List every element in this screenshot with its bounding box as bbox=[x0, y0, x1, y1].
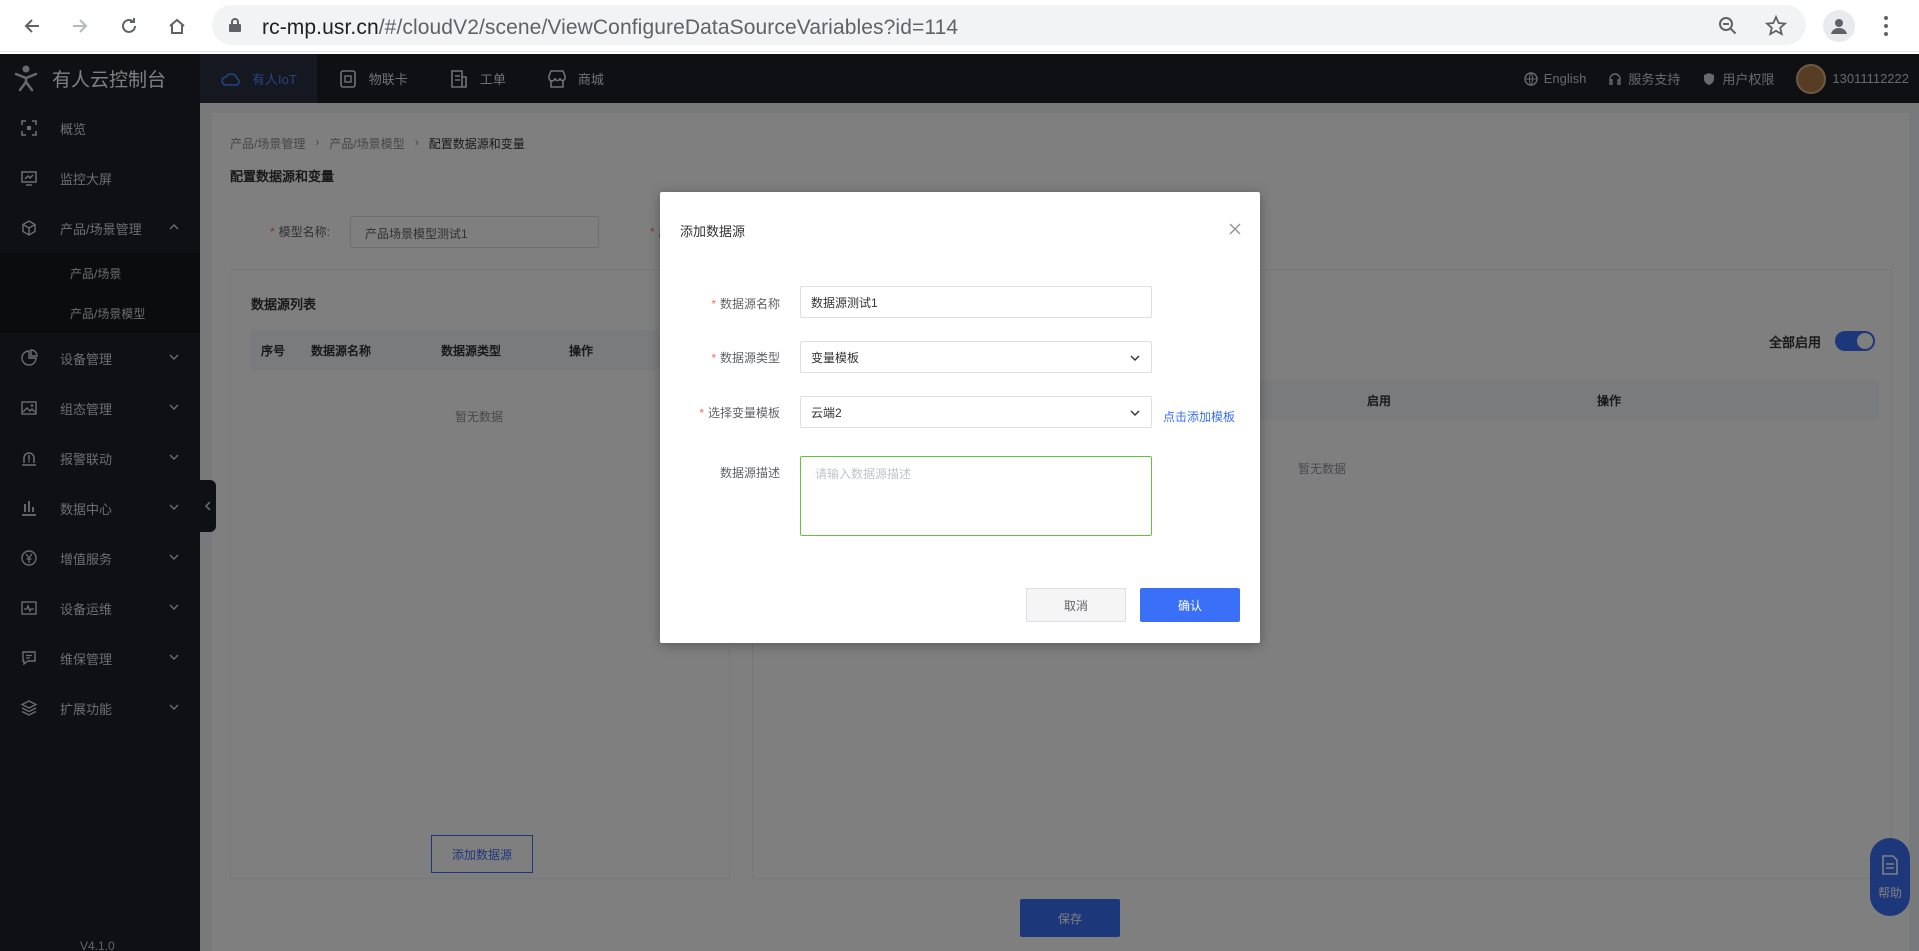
datasource-name-label: * 数据源名称 bbox=[660, 295, 780, 312]
cancel-button[interactable]: 取消 bbox=[1026, 588, 1126, 622]
reload-icon[interactable] bbox=[115, 12, 143, 40]
back-icon[interactable] bbox=[18, 12, 46, 40]
star-icon[interactable] bbox=[1765, 15, 1787, 37]
chevron-down-icon bbox=[1130, 410, 1140, 416]
dialog-title: 添加数据源 bbox=[680, 224, 746, 239]
menu-icon[interactable] bbox=[1876, 12, 1896, 40]
datasource-name-input[interactable]: 数据源测试1 bbox=[800, 286, 1152, 318]
datasource-desc-label: 数据源描述 bbox=[719, 466, 780, 480]
datasource-name-label-text: 数据源名称 bbox=[719, 297, 780, 311]
add-datasource-dialog: 添加数据源 * 数据源名称 数据源测试1 * 数据源类型 变量模板 * 选择变量模板 … bbox=[660, 192, 1260, 643]
browser-toolbar: rc-mp.usr.cn/#/cloudV2/scene/ViewConfigu… bbox=[0, 0, 1919, 52]
datasource-type-label-text: 数据源类型 bbox=[719, 351, 780, 365]
url-text: rc-mp.usr.cn/#/cloudV2/scene/ViewConfigu… bbox=[262, 16, 958, 40]
required-mark: * bbox=[699, 406, 704, 420]
variable-template-value: 云端2 bbox=[811, 405, 842, 420]
chevron-down-icon bbox=[1130, 355, 1140, 361]
datasource-type-label: * 数据源类型 bbox=[660, 349, 780, 366]
zoom-icon[interactable] bbox=[1717, 15, 1739, 37]
datasource-type-value: 变量模板 bbox=[811, 350, 860, 365]
variable-template-label: * 选择变量模板 bbox=[660, 404, 780, 421]
url-path: /#/cloudV2/scene/ViewConfigureDataSource… bbox=[378, 16, 959, 39]
required-mark: * bbox=[711, 297, 716, 311]
address-bar[interactable]: rc-mp.usr.cn/#/cloudV2/scene/ViewConfigu… bbox=[212, 5, 1806, 45]
lock-icon bbox=[229, 18, 241, 32]
datasource-type-select[interactable]: 变量模板 bbox=[800, 341, 1152, 373]
add-template-link[interactable]: 点击添加模板 bbox=[1163, 408, 1235, 425]
datasource-desc-textarea[interactable]: 请输入数据源描述 bbox=[800, 456, 1152, 536]
profile-icon[interactable] bbox=[1823, 10, 1855, 42]
variable-template-label-text: 选择变量模板 bbox=[707, 406, 780, 420]
confirm-button[interactable]: 确认 bbox=[1140, 588, 1240, 622]
url-host: rc-mp.usr.cn bbox=[262, 16, 379, 39]
variable-template-select[interactable]: 云端2 bbox=[800, 396, 1152, 428]
close-icon[interactable] bbox=[1228, 222, 1242, 236]
required-mark: * bbox=[711, 351, 716, 365]
forward-icon[interactable] bbox=[66, 12, 94, 40]
home-icon[interactable] bbox=[163, 12, 191, 40]
